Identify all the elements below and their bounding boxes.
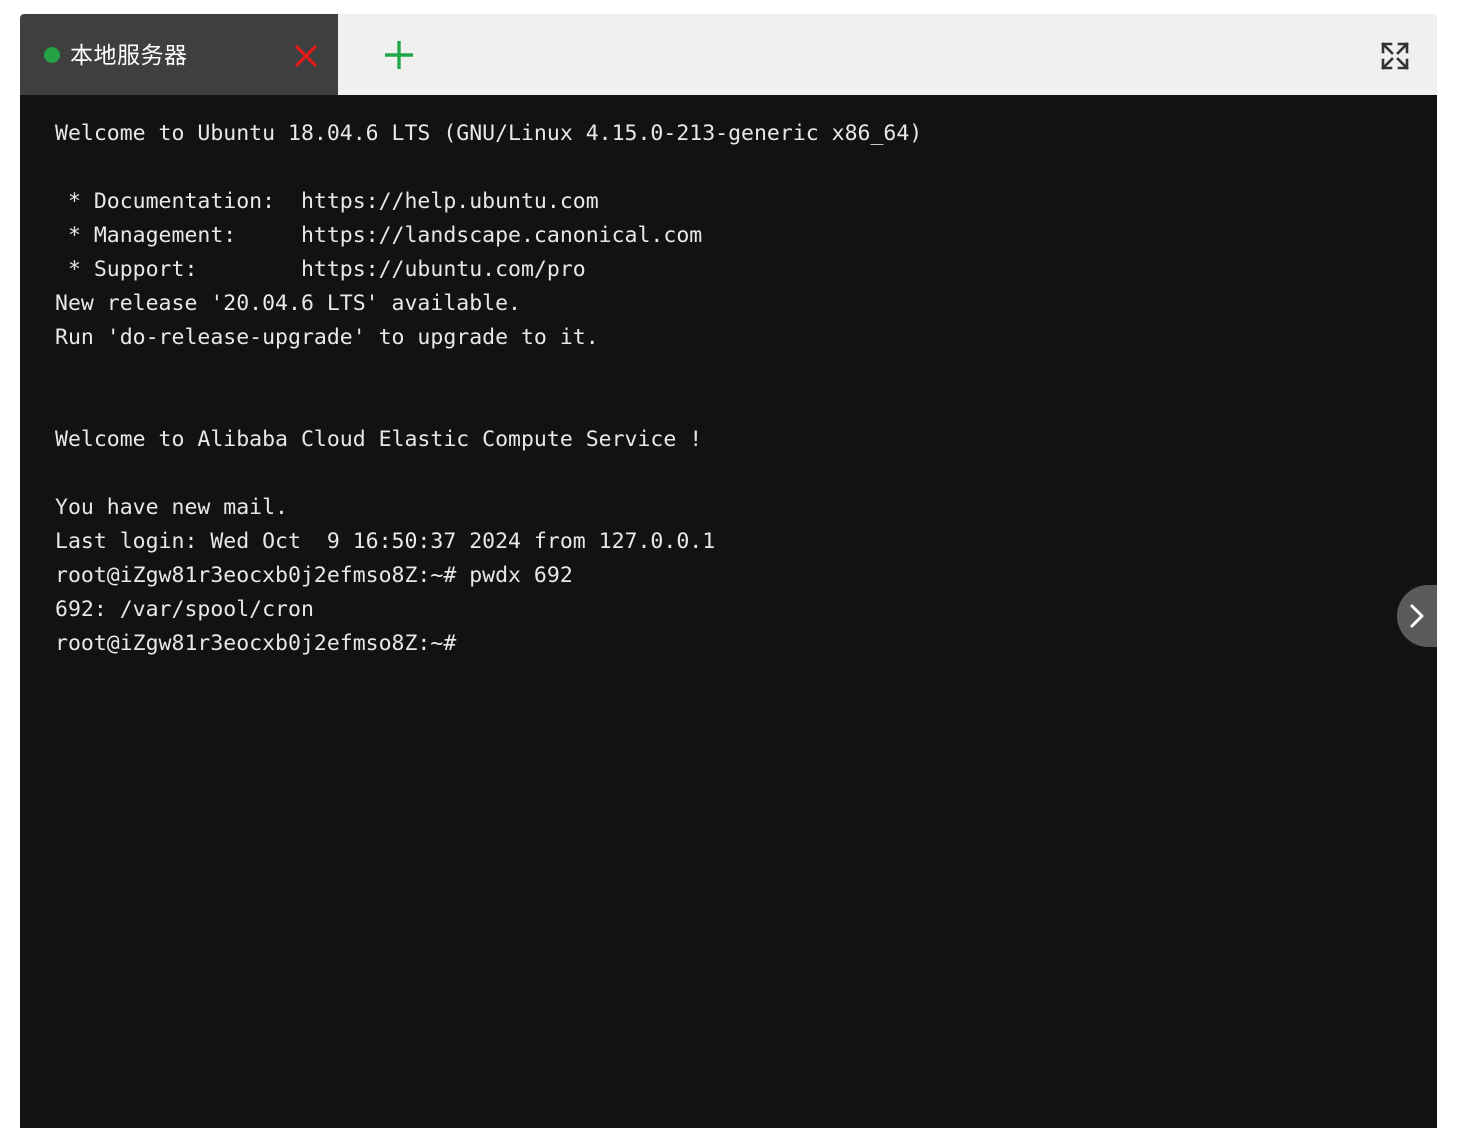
plus-icon	[385, 41, 413, 69]
tab-bar: 本地服务器	[20, 14, 1437, 95]
new-tab-button[interactable]	[362, 14, 442, 95]
terminal-window: 本地服务器 Welcome to Ubuntu 18.04.6 LTS (GNU…	[20, 14, 1437, 1128]
close-icon[interactable]	[288, 40, 324, 72]
tab-local-server[interactable]: 本地服务器	[20, 14, 338, 95]
tab-label: 本地服务器	[70, 42, 188, 68]
chevron-right-icon	[1410, 604, 1424, 628]
fullscreen-button[interactable]	[1377, 38, 1413, 74]
expand-icon	[1381, 42, 1409, 70]
connection-status-dot	[44, 47, 60, 63]
terminal-body[interactable]: Welcome to Ubuntu 18.04.6 LTS (GNU/Linux…	[20, 95, 1437, 1128]
terminal-output: Welcome to Ubuntu 18.04.6 LTS (GNU/Linux…	[55, 121, 923, 656]
